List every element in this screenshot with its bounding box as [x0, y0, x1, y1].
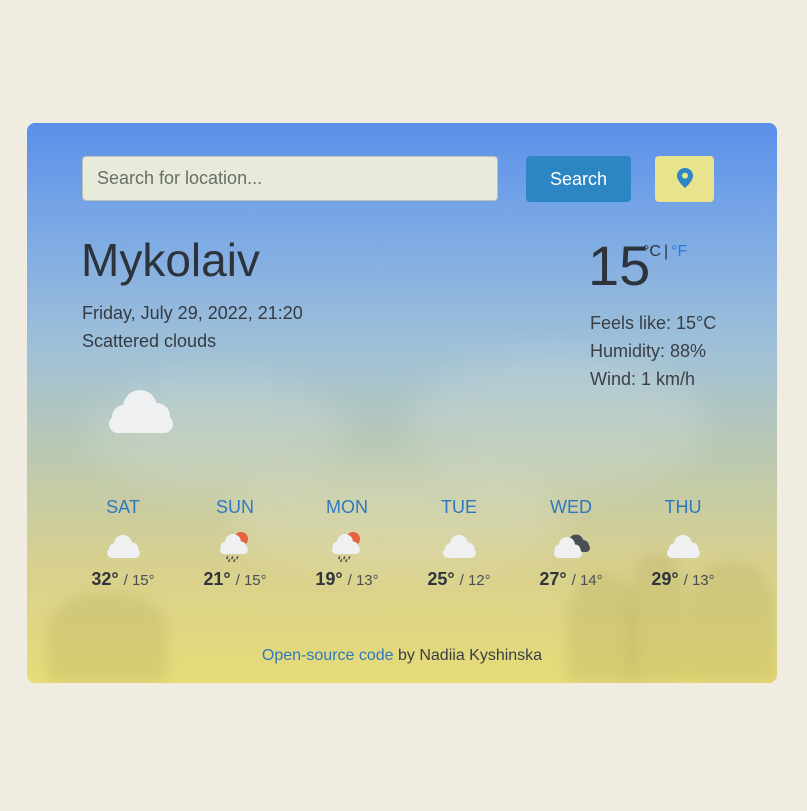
search-button[interactable]: Search — [526, 156, 631, 202]
search-input[interactable] — [82, 156, 498, 201]
humidity: Humidity: 88% — [590, 341, 707, 361]
forecast-low: / 15° — [123, 572, 155, 589]
current-temperature: 15 — [588, 234, 651, 297]
forecast-low: / 12° — [459, 572, 491, 589]
forecast-row: SAT 32° / 15° SUN 21° / 15° MON 19° / 13… — [67, 497, 739, 590]
background-tree — [47, 593, 167, 683]
forecast-high: 21° — [203, 569, 231, 589]
forecast-temps: 21° / 15° — [179, 569, 291, 590]
weather-card: Search Mykolaiv Friday, July 29, 2022, 2… — [27, 123, 777, 683]
unit-fahrenheit-link[interactable]: °F — [671, 243, 687, 260]
footer-author: by Nadiia Kyshinska — [393, 647, 543, 664]
forecast-day-name: SUN — [215, 497, 254, 517]
forecast-temps: 32° / 15° — [67, 569, 179, 590]
forecast-high: 32° — [91, 569, 119, 589]
dark-clouds-icon — [515, 523, 627, 569]
forecast-day-name: SAT — [106, 497, 140, 517]
cloud-icon — [403, 523, 515, 569]
cloud-icon — [627, 523, 739, 569]
forecast-temps: 19° / 13° — [291, 569, 403, 590]
sun-rain-cloud-icon — [291, 523, 403, 569]
forecast-day: SUN 21° / 15° — [179, 497, 291, 590]
forecast-day-name: THU — [664, 497, 702, 517]
current-date: Friday, July 29, 2022, 21:20 — [82, 303, 303, 323]
forecast-high: 19° — [315, 569, 343, 589]
forecast-high: 29° — [651, 569, 679, 589]
forecast-high: 25° — [427, 569, 455, 589]
forecast-day: WED 27° / 14° — [515, 497, 627, 590]
sun-rain-cloud-icon — [179, 523, 291, 569]
forecast-low: / 13° — [347, 572, 379, 589]
forecast-day: MON 19° / 13° — [291, 497, 403, 590]
cloud-icon — [103, 385, 177, 440]
unit-celsius[interactable]: °C — [643, 243, 661, 260]
forecast-low: / 13° — [683, 572, 715, 589]
forecast-day: TUE 25° / 12° — [403, 497, 515, 590]
city-name: Mykolaiv — [81, 234, 260, 286]
forecast-temps: 27° / 14° — [515, 569, 627, 590]
forecast-day-name: TUE — [441, 497, 477, 517]
source-code-link[interactable]: Open-source code — [262, 647, 394, 664]
forecast-low: / 15° — [235, 572, 267, 589]
unit-switch: °C | °F — [643, 243, 687, 261]
weather-description: Scattered clouds — [82, 331, 217, 351]
map-pin-icon — [676, 167, 693, 191]
forecast-day-name: WED — [550, 497, 592, 517]
forecast-day: SAT 32° / 15° — [67, 497, 179, 590]
forecast-day-name: MON — [326, 497, 368, 517]
wind: Wind: 1 km/h — [590, 369, 696, 389]
forecast-temps: 29° / 13° — [627, 569, 739, 590]
cloud-icon — [67, 523, 179, 569]
forecast-low: / 14° — [571, 572, 603, 589]
unit-separator: | — [663, 243, 669, 260]
feels-like: Feels like: 15°C — [590, 313, 717, 333]
forecast-high: 27° — [539, 569, 567, 589]
footer: Open-source code by Nadiia Kyshinska — [27, 647, 777, 665]
weather-stats: Feels like: 15°C Humidity: 88% Wind: 1 k… — [590, 309, 716, 393]
current-location-button[interactable] — [655, 156, 714, 202]
forecast-day: THU 29° / 13° — [627, 497, 739, 590]
forecast-temps: 25° / 12° — [403, 569, 515, 590]
